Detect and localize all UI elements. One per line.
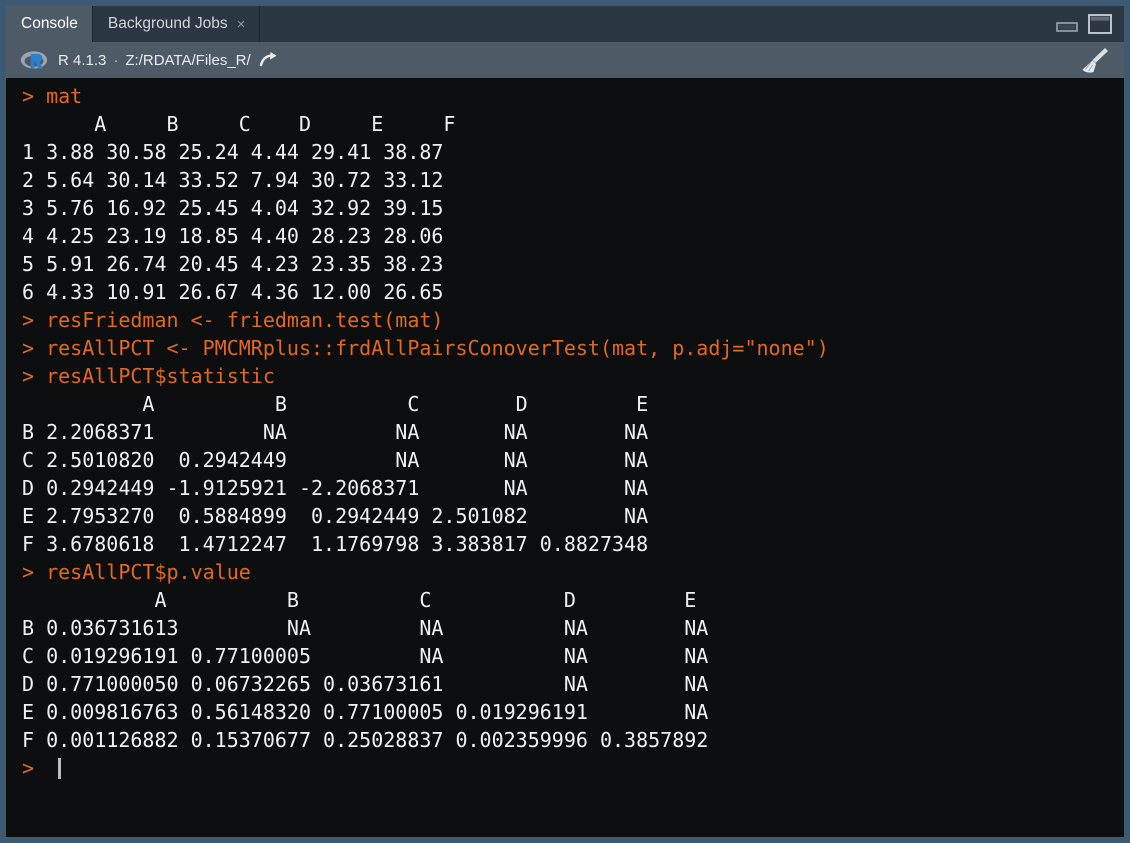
console-output-line: E 2.7953270 0.5884899 0.2942449 2.501082… [22,502,1124,530]
r-logo-icon [20,50,48,70]
console-output-line: D 0.2942449 -1.9125921 -2.2068371 NA NA [22,474,1124,502]
console-output-line: B 0.036731613 NA NA NA NA [22,614,1124,642]
arrow-goto-icon[interactable] [259,51,279,69]
console-command-line: > resAllPCT$p.value [22,558,1124,586]
console-output-line: 1 3.88 30.58 25.24 4.44 29.41 38.87 [22,138,1124,166]
window-controls [1056,14,1112,34]
maximize-icon[interactable] [1088,14,1112,34]
console-output-line: A B C D E [22,390,1124,418]
close-icon[interactable]: × [237,17,246,32]
minimize-icon[interactable] [1056,16,1078,32]
console-output-line: F 0.001126882 0.15370677 0.25028837 0.00… [22,726,1124,754]
tab-background-jobs[interactable]: Background Jobs × [93,6,261,42]
r-version-label: R 4.1.3 [58,52,106,69]
console-output-line: 2 5.64 30.14 33.52 7.94 30.72 33.12 [22,166,1124,194]
tab-bar-filler [260,6,1124,42]
console-output-line: A B C D E F [22,110,1124,138]
console-command-line: > resFriedman <- friedman.test(mat) [22,306,1124,334]
console-output-pane[interactable]: > mat A B C D E F1 3.88 30.58 25.24 4.44… [6,78,1124,837]
console-output-line: 5 5.91 26.74 20.45 4.23 23.35 38.23 [22,250,1124,278]
tab-bar: Console Background Jobs × [6,6,1124,42]
console-command-line: > resAllPCT <- PMCMRplus::frdAllPairsCon… [22,334,1124,362]
console-output-line: A B C D E [22,586,1124,614]
tab-console[interactable]: Console [6,6,93,42]
prompt-symbol: > [22,756,46,780]
path-bar: R 4.1.3 · Z:/RDATA/Files_R/ [6,42,1124,78]
console-prompt-line: > [22,754,1124,782]
working-directory-label[interactable]: Z:/RDATA/Files_R/ [125,52,250,69]
console-lines: > mat A B C D E F1 3.88 30.58 25.24 4.44… [6,82,1124,782]
console-command-line: > resAllPCT$statistic [22,362,1124,390]
rstudio-console-window: Console Background Jobs × [0,0,1130,843]
broom-icon[interactable] [1078,45,1112,75]
tab-background-jobs-label: Background Jobs [108,16,228,32]
text-cursor [58,758,61,779]
console-output-line: C 0.019296191 0.77100005 NA NA NA [22,642,1124,670]
console-output-line: 6 4.33 10.91 26.67 4.36 12.00 26.65 [22,278,1124,306]
console-output-line: 4 4.25 23.19 18.85 4.40 28.23 28.06 [22,222,1124,250]
console-output-line: E 0.009816763 0.56148320 0.77100005 0.01… [22,698,1124,726]
console-output-line: F 3.6780618 1.4712247 1.1769798 3.383817… [22,530,1124,558]
console-output-line: C 2.5010820 0.2942449 NA NA NA [22,446,1124,474]
console-output-line: D 0.771000050 0.06732265 0.03673161 NA N… [22,670,1124,698]
tab-console-label: Console [21,16,78,32]
console-output-line: 3 5.76 16.92 25.45 4.04 32.92 39.15 [22,194,1124,222]
console-command-line: > mat [22,82,1124,110]
console-output-line: B 2.2068371 NA NA NA NA [22,418,1124,446]
path-separator: · [113,52,118,69]
